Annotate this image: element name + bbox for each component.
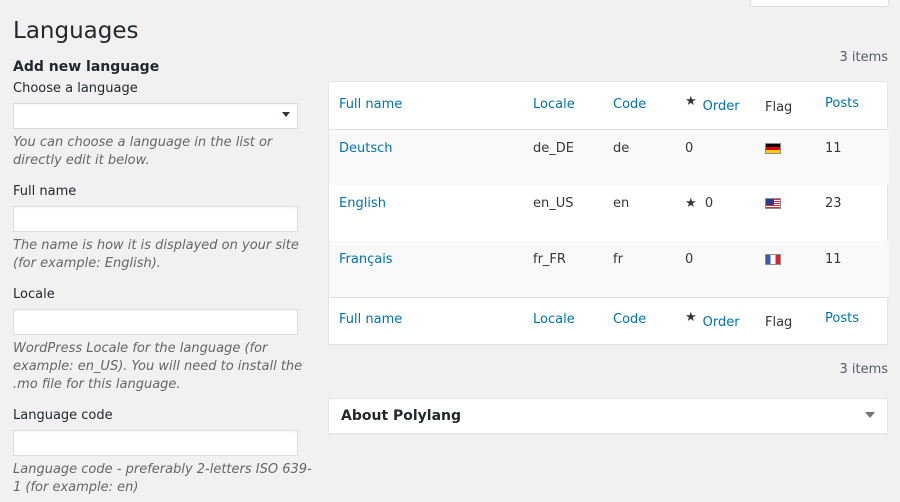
admin-page: Screen Options Languages Add new languag… — [0, 0, 900, 502]
full-name-input[interactable] — [13, 206, 298, 232]
chevron-down-icon[interactable] — [865, 412, 875, 418]
locale-input[interactable] — [13, 309, 298, 335]
table-row[interactable]: English en_US en ★ 0 23 — [329, 185, 889, 241]
language-link[interactable]: Français — [339, 252, 393, 267]
column-header-locale[interactable]: Locale — [523, 82, 603, 129]
choose-a-language-select-wrap — [13, 103, 298, 129]
items-count-top: 3 items — [839, 50, 888, 66]
column-header-code[interactable]: Code — [603, 82, 675, 129]
order-value: 0 — [685, 141, 693, 156]
cell-full-name: Deutsch — [329, 129, 523, 185]
screen-options-button[interactable]: Screen Options — [750, 0, 889, 7]
flag-label: Flag — [765, 315, 792, 332]
column-header-posts[interactable]: Posts — [815, 82, 889, 129]
cell-locale: en_US — [523, 185, 603, 241]
table-row[interactable]: Deutsch de_DE de 0 11 — [329, 129, 889, 185]
items-count-bottom: 3 items — [839, 362, 888, 378]
language-code-input[interactable] — [13, 430, 298, 456]
table-row[interactable]: Français fr_FR fr 0 11 — [329, 241, 889, 297]
posts-label[interactable]: Posts — [825, 96, 859, 113]
table-footer-row: Full name Locale Code ★ Order Flag Posts — [329, 297, 889, 344]
cell-order: 0 — [675, 241, 755, 297]
table-foot: Full name Locale Code ★ Order Flag Posts — [329, 297, 889, 344]
about-polylang-title: About Polylang — [341, 408, 461, 424]
column-footer-full-name[interactable]: Full name — [329, 297, 523, 344]
language-code-description: Language code - preferably 2-letters ISO… — [13, 461, 313, 497]
choose-a-language-select[interactable] — [13, 103, 298, 129]
about-polylang-postbox: About Polylang — [328, 398, 888, 434]
order-label[interactable]: Order — [703, 99, 740, 114]
table-head: Full name Locale Code ★ Order Flag Posts — [329, 82, 889, 129]
cell-posts[interactable]: 23 — [815, 185, 889, 241]
field-locale: Locale WordPress Locale for the language… — [13, 286, 313, 394]
choose-a-language-label: Choose a language — [13, 80, 313, 98]
page-title: Languages — [13, 17, 139, 46]
united-states-flag-icon — [765, 198, 781, 209]
field-language-code: Language code Language code - preferably… — [13, 407, 313, 497]
column-header-flag: Flag — [755, 82, 815, 129]
field-full-name: Full name The name is how it is displaye… — [13, 183, 313, 273]
order-header-group: ★ Order — [685, 94, 740, 116]
language-link[interactable]: English — [339, 196, 386, 211]
cell-order: ★ 0 — [675, 185, 755, 241]
cell-code: de — [603, 129, 675, 185]
cell-order: 0 — [675, 129, 755, 185]
full-name-label: Full name — [13, 183, 313, 201]
column-footer-order[interactable]: ★ Order — [675, 297, 755, 344]
languages-table: Full name Locale Code ★Order Flag Posts … — [328, 81, 888, 345]
cell-flag — [755, 241, 815, 297]
posts-label[interactable]: Posts — [825, 311, 859, 328]
default-star-icon[interactable]: ★ — [685, 196, 697, 211]
cell-flag — [755, 129, 815, 185]
locale-label: Locale — [13, 286, 313, 304]
field-choose-a-language: Choose a language You can choose a langu… — [13, 80, 313, 170]
cell-code: fr — [603, 241, 675, 297]
order-footer-group: ★ Order — [685, 310, 740, 332]
cell-posts[interactable]: 11 — [815, 129, 889, 185]
france-flag-icon — [765, 254, 781, 265]
cell-flag — [755, 185, 815, 241]
flag-label: Flag — [765, 100, 792, 117]
order-value: 0 — [685, 252, 693, 267]
add-new-language-heading: Add new language — [13, 58, 159, 77]
add-language-form: Choose a language You can choose a langu… — [13, 80, 313, 502]
column-footer-code[interactable]: Code — [603, 297, 675, 344]
language-code-label: Language code — [13, 407, 313, 425]
cell-locale: de_DE — [523, 129, 603, 185]
germany-flag-icon — [765, 143, 781, 154]
column-header-order[interactable]: ★ Order — [675, 82, 755, 129]
table-header-row: Full name Locale Code ★ Order Flag Posts — [329, 82, 889, 129]
order-value: 0 — [705, 196, 713, 211]
cell-full-name: Français — [329, 241, 523, 297]
about-polylang-header[interactable]: About Polylang — [329, 399, 887, 433]
language-link[interactable]: Deutsch — [339, 141, 393, 156]
column-footer-locale[interactable]: Locale — [523, 297, 603, 344]
locale-description: WordPress Locale for the language (for e… — [13, 340, 313, 394]
table-body: Deutsch de_DE de 0 11 English — [329, 129, 889, 297]
column-footer-posts[interactable]: Posts — [815, 297, 889, 344]
column-footer-flag: Flag — [755, 297, 815, 344]
star-icon: ★ — [685, 310, 697, 325]
full-name-description: The name is how it is displayed on your … — [13, 237, 313, 273]
cell-locale: fr_FR — [523, 241, 603, 297]
order-label[interactable]: Order — [703, 315, 740, 330]
choose-a-language-description: You can choose a language in the list or… — [13, 134, 313, 170]
cell-full-name: English — [329, 185, 523, 241]
cell-code: en — [603, 185, 675, 241]
cell-posts[interactable]: 11 — [815, 241, 889, 297]
column-header-full-name[interactable]: Full name — [329, 82, 523, 129]
star-icon: ★ — [685, 94, 697, 109]
